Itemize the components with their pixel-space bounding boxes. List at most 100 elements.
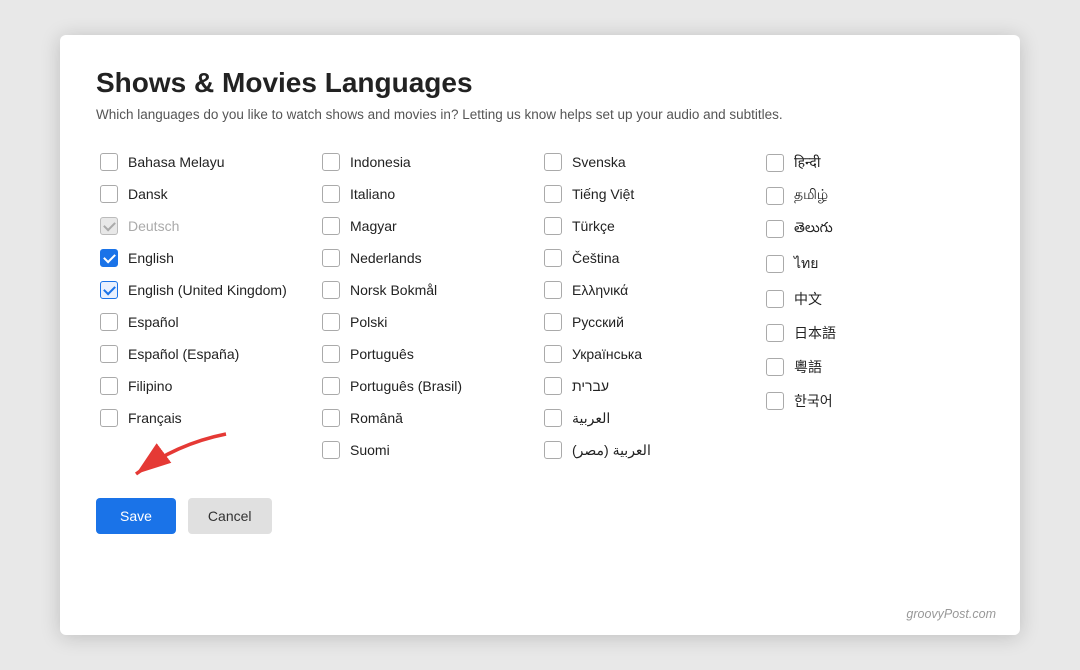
- language-checkbox[interactable]: [544, 249, 562, 267]
- language-label: Français: [128, 410, 182, 426]
- language-checkbox[interactable]: [100, 313, 118, 331]
- language-checkbox[interactable]: [322, 345, 340, 363]
- language-checkbox[interactable]: [322, 217, 340, 235]
- language-label: 中文: [794, 289, 822, 309]
- language-checkbox[interactable]: [100, 281, 118, 299]
- language-label: 日本語: [794, 323, 836, 343]
- language-checkbox[interactable]: [544, 153, 562, 171]
- dialog-subtitle: Which languages do you like to watch sho…: [96, 107, 984, 122]
- language-item[interactable]: Suomi: [318, 434, 540, 466]
- language-item[interactable]: Français: [96, 402, 318, 434]
- language-item[interactable]: Norsk Bokmål: [318, 274, 540, 306]
- language-checkbox[interactable]: [322, 185, 340, 203]
- language-checkbox[interactable]: [766, 290, 784, 308]
- language-checkbox[interactable]: [322, 249, 340, 267]
- language-label: Filipino: [128, 378, 172, 394]
- language-item[interactable]: తెలుగు: [762, 212, 984, 246]
- language-checkbox[interactable]: [322, 441, 340, 459]
- language-item[interactable]: 한국어: [762, 384, 984, 418]
- language-checkbox[interactable]: [322, 313, 340, 331]
- language-checkbox[interactable]: [544, 345, 562, 363]
- language-label: தமிழ்: [794, 186, 828, 205]
- language-item[interactable]: தமிழ்: [762, 179, 984, 212]
- language-item[interactable]: Svenska: [540, 146, 762, 178]
- language-item[interactable]: Dansk: [96, 178, 318, 210]
- language-item[interactable]: العربية: [540, 402, 762, 434]
- language-item[interactable]: Türkçe: [540, 210, 762, 242]
- language-item[interactable]: 日本語: [762, 316, 984, 350]
- language-item[interactable]: Español: [96, 306, 318, 338]
- language-checkbox[interactable]: [544, 409, 562, 427]
- language-label: Indonesia: [350, 154, 411, 170]
- language-item[interactable]: Čeština: [540, 242, 762, 274]
- language-item[interactable]: ไทย: [762, 246, 984, 282]
- language-item[interactable]: English: [96, 242, 318, 274]
- language-label: العربية: [572, 410, 610, 427]
- language-item[interactable]: العربية (مصر): [540, 434, 762, 466]
- language-checkbox[interactable]: [544, 281, 562, 299]
- language-label: Nederlands: [350, 250, 422, 266]
- language-checkbox[interactable]: [544, 313, 562, 331]
- language-item[interactable]: Bahasa Melayu: [96, 146, 318, 178]
- language-checkbox[interactable]: [100, 409, 118, 427]
- language-column-2: Svenska Tiếng Việt Türkçe Čeština Ελληνικά Ру…: [540, 146, 762, 466]
- language-item[interactable]: Română: [318, 402, 540, 434]
- language-item[interactable]: Nederlands: [318, 242, 540, 274]
- language-item[interactable]: Português (Brasil): [318, 370, 540, 402]
- language-item[interactable]: Українська: [540, 338, 762, 370]
- language-label: Suomi: [350, 442, 390, 458]
- language-checkbox[interactable]: [766, 220, 784, 238]
- language-label: Português (Brasil): [350, 378, 462, 394]
- language-checkbox[interactable]: [544, 217, 562, 235]
- language-label: English (United Kingdom): [128, 282, 287, 298]
- language-item[interactable]: Tiếng Việt: [540, 178, 762, 210]
- language-label: Tiếng Việt: [572, 186, 634, 202]
- language-item[interactable]: Ελληνικά: [540, 274, 762, 306]
- language-checkbox[interactable]: [544, 377, 562, 395]
- language-item[interactable]: Italiano: [318, 178, 540, 210]
- language-item[interactable]: Filipino: [96, 370, 318, 402]
- language-item[interactable]: עברית: [540, 370, 762, 402]
- language-item[interactable]: English (United Kingdom): [96, 274, 318, 306]
- language-checkbox[interactable]: [322, 409, 340, 427]
- language-label: Português: [350, 346, 414, 362]
- language-checkbox[interactable]: [100, 153, 118, 171]
- language-checkbox[interactable]: [766, 392, 784, 410]
- language-checkbox[interactable]: [100, 345, 118, 363]
- language-item[interactable]: Português: [318, 338, 540, 370]
- language-label: Magyar: [350, 218, 397, 234]
- language-checkbox[interactable]: [766, 154, 784, 172]
- language-item[interactable]: Indonesia: [318, 146, 540, 178]
- language-checkbox[interactable]: [100, 185, 118, 203]
- language-item[interactable]: 中文: [762, 282, 984, 316]
- language-item[interactable]: Polski: [318, 306, 540, 338]
- language-checkbox[interactable]: [766, 358, 784, 376]
- language-checkbox[interactable]: [766, 324, 784, 342]
- language-label: Ελληνικά: [572, 282, 628, 298]
- language-checkbox[interactable]: [100, 249, 118, 267]
- language-label: ไทย: [794, 253, 818, 275]
- language-item[interactable]: Magyar: [318, 210, 540, 242]
- language-item[interactable]: Русский: [540, 306, 762, 338]
- language-label: Svenska: [572, 154, 626, 170]
- save-button[interactable]: Save: [96, 498, 176, 534]
- language-item[interactable]: हिन्दी: [762, 146, 984, 179]
- language-checkbox[interactable]: [322, 281, 340, 299]
- language-checkbox[interactable]: [766, 187, 784, 205]
- cancel-button[interactable]: Cancel: [188, 498, 272, 534]
- language-checkbox[interactable]: [100, 217, 118, 235]
- language-label: English: [128, 250, 174, 266]
- language-label: עברית: [572, 378, 609, 394]
- language-item[interactable]: 粵語: [762, 350, 984, 384]
- language-item[interactable]: Deutsch: [96, 210, 318, 242]
- language-checkbox[interactable]: [766, 255, 784, 273]
- language-checkbox[interactable]: [322, 377, 340, 395]
- language-item[interactable]: Español (España): [96, 338, 318, 370]
- language-label: Čeština: [572, 250, 619, 266]
- language-checkbox[interactable]: [544, 185, 562, 203]
- language-checkbox[interactable]: [544, 441, 562, 459]
- language-checkbox[interactable]: [322, 153, 340, 171]
- language-checkbox[interactable]: [100, 377, 118, 395]
- language-column-0: Bahasa MelayuDanskDeutsch English English …: [96, 146, 318, 466]
- language-label: Español (España): [128, 346, 239, 362]
